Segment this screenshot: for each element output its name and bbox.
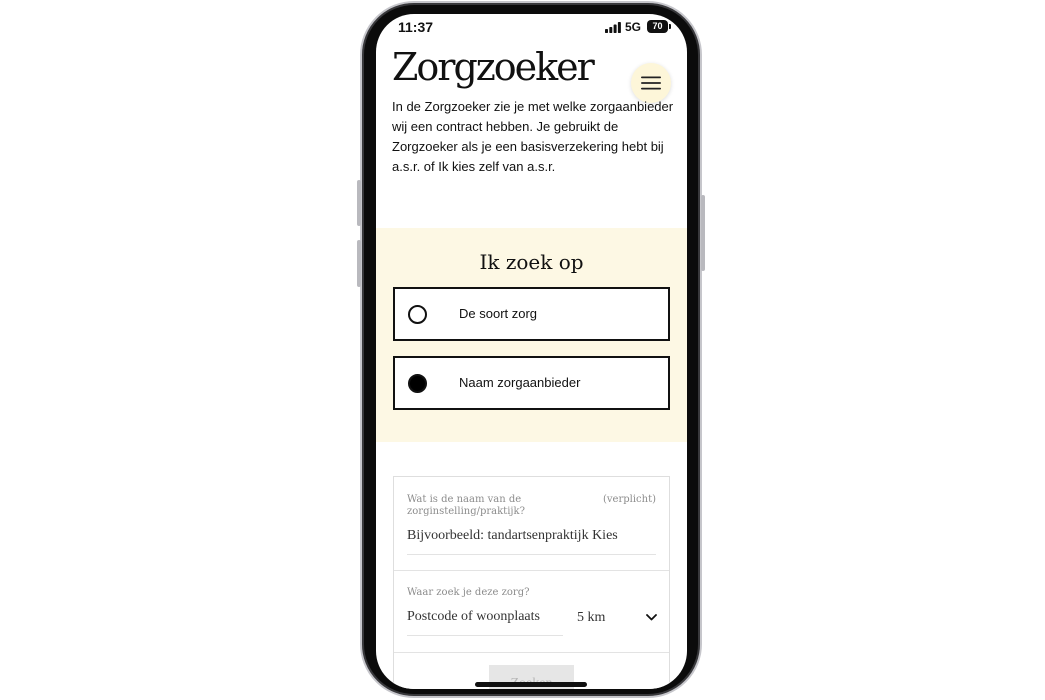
search-type-heading: Ik zoek op — [479, 250, 584, 274]
provider-name-label: Wat is de naam van de zorginstelling/pra… — [407, 494, 525, 517]
volume-down-button — [357, 240, 361, 287]
intro-text: In de Zorgzoeker zie je met welke zorgaa… — [392, 99, 674, 174]
signal-icon — [605, 22, 621, 33]
home-indicator — [475, 682, 587, 687]
radius-select[interactable]: 5 km — [577, 604, 657, 631]
hamburger-menu-icon — [641, 76, 661, 90]
option-label-soort-zorg: De soort zorg — [459, 306, 538, 321]
battery-level: 70 — [647, 20, 668, 33]
page-title: Zorgzoeker — [392, 45, 595, 89]
divider — [394, 570, 669, 571]
search-type-panel: Ik zoek op De soort zorg Naam zorgaanbie… — [376, 228, 687, 442]
provider-name-input[interactable] — [407, 523, 656, 555]
divider — [394, 652, 669, 653]
battery-icon: 70 — [647, 20, 671, 33]
location-input[interactable] — [407, 604, 563, 636]
network-type: 5G — [625, 20, 642, 34]
status-time: 11:37 — [398, 19, 434, 35]
power-button — [701, 195, 705, 271]
option-naam-zorgaanbieder[interactable]: Naam zorgaanbieder — [393, 356, 670, 410]
required-label: (verplicht) — [602, 494, 656, 505]
radio-soort-zorg[interactable] — [408, 304, 427, 324]
option-label-naam-zorgaanbieder: Naam zorgaanbieder — [459, 375, 581, 390]
chevron-down-icon — [646, 614, 657, 621]
volume-up-button — [357, 180, 361, 226]
location-label: Waar zoek je deze zorg? — [407, 587, 530, 598]
battery-nub — [669, 24, 671, 29]
radio-naam-zorgaanbieder[interactable] — [408, 373, 427, 393]
radius-select-value: 5 km — [577, 610, 606, 625]
phone-screen: 11:37 5G 70 Zorgzoeker In de Zorgzoeker … — [376, 14, 687, 689]
search-form: Wat is de naam van de zorginstelling/pra… — [393, 476, 670, 689]
option-soort-zorg[interactable]: De soort zorg — [393, 287, 670, 341]
